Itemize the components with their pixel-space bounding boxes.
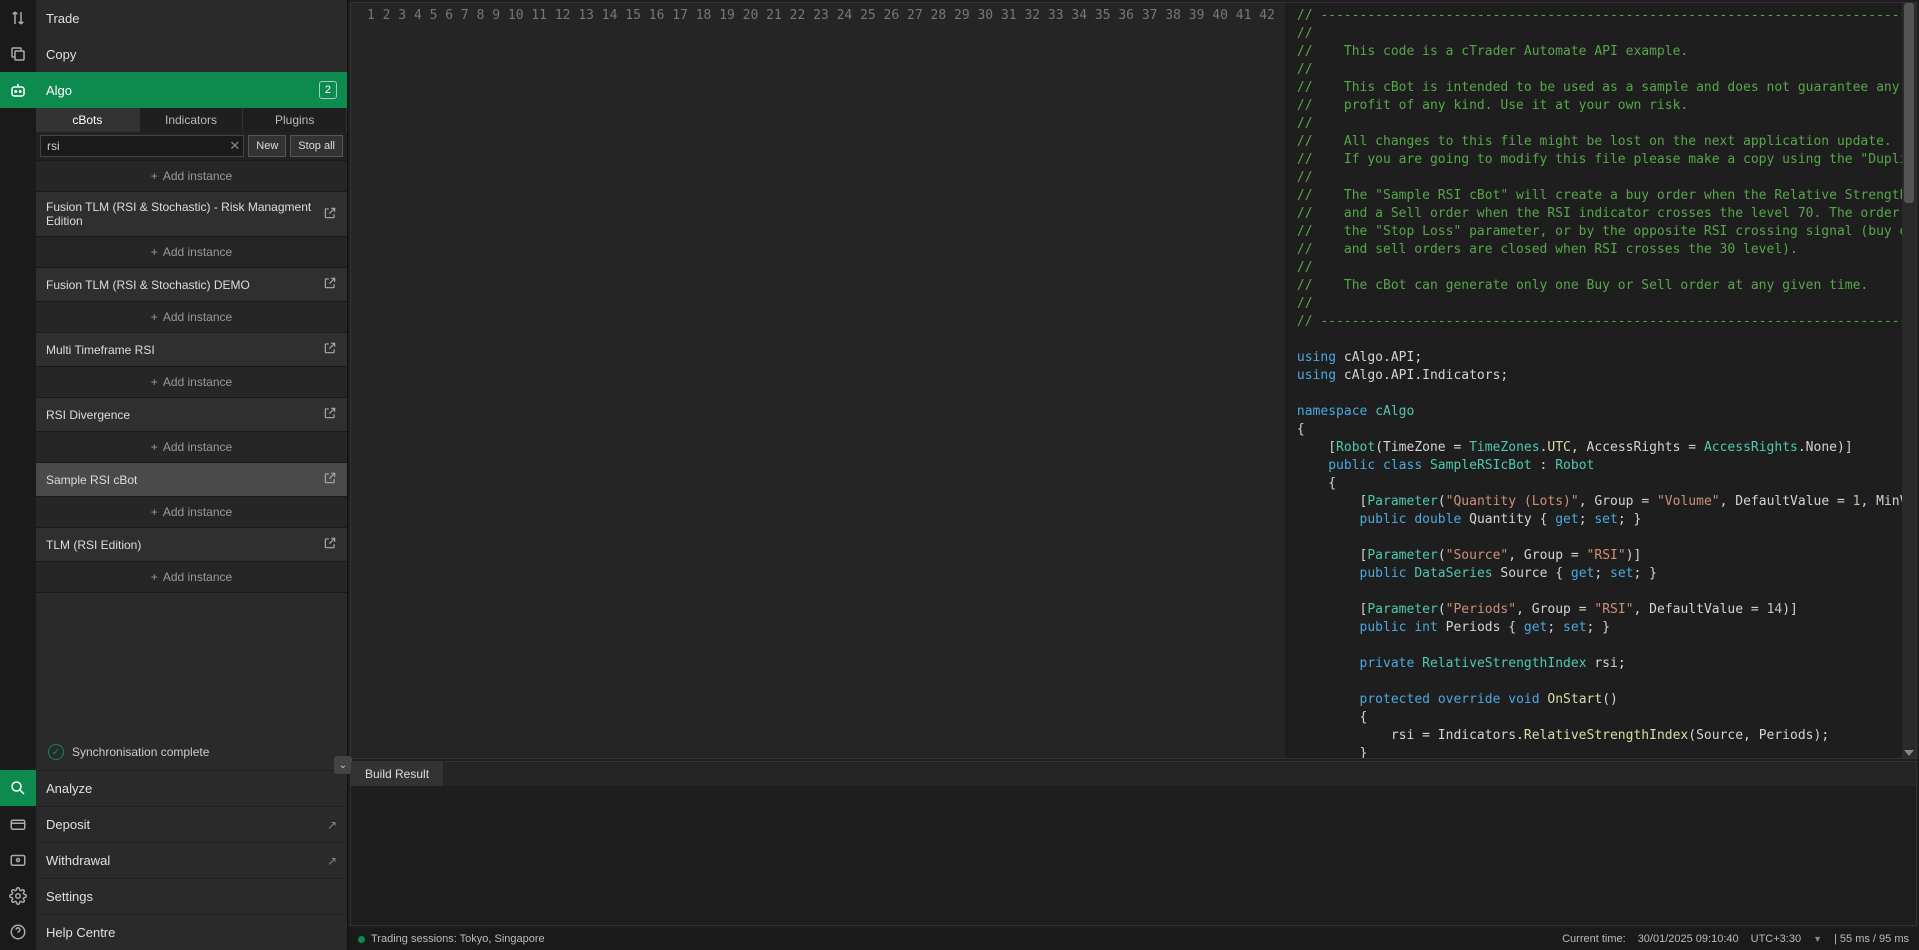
sidebar: Trade Copy Algo 2 cBots Indicators Plugi… xyxy=(36,0,348,950)
nav-deposit-label: Deposit xyxy=(46,817,90,832)
code-editor[interactable]: 1 2 3 4 5 6 7 8 9 10 11 12 13 14 15 16 1… xyxy=(350,2,1917,759)
plus-icon: + xyxy=(151,245,158,259)
deposit-rail-icon[interactable] xyxy=(0,806,36,842)
left-rail xyxy=(0,0,36,950)
bot-name: Fusion TLM (RSI & Stochastic) - Risk Man… xyxy=(46,200,323,228)
build-output xyxy=(351,786,1916,925)
tab-indicators[interactable]: Indicators xyxy=(140,108,244,132)
trading-sessions: Trading sessions: Tokyo, Singapore xyxy=(371,933,545,945)
plus-icon: + xyxy=(151,570,158,584)
plus-icon: + xyxy=(151,505,158,519)
bot-name: Sample RSI cBot xyxy=(46,473,137,487)
add-instance-button[interactable]: +Add instance xyxy=(36,561,347,593)
filter-row: ✕ New Stop all xyxy=(36,132,347,160)
add-instance-button[interactable]: +Add instance xyxy=(36,236,347,268)
search-input[interactable] xyxy=(40,135,244,157)
plus-icon: + xyxy=(151,310,158,324)
nav-algo-label: Algo xyxy=(46,83,72,98)
build-panel: ⌄ Build Result xyxy=(350,761,1917,926)
bot-name: Fusion TLM (RSI & Stochastic) DEMO xyxy=(46,278,250,292)
editor-scrollbar[interactable] xyxy=(1902,3,1916,758)
scroll-down-icon[interactable] xyxy=(1904,750,1914,756)
tab-plugins[interactable]: Plugins xyxy=(243,108,347,132)
share-icon[interactable] xyxy=(323,536,337,553)
check-icon: ✓ xyxy=(48,744,64,760)
code-content[interactable]: // -------------------------------------… xyxy=(1285,3,1902,758)
main-area: 1 2 3 4 5 6 7 8 9 10 11 12 13 14 15 16 1… xyxy=(348,0,1919,950)
bot-item[interactable]: TLM (RSI Edition) xyxy=(36,528,347,561)
plus-icon: + xyxy=(151,440,158,454)
status-bar: Trading sessions: Tokyo, Singapore Curre… xyxy=(348,928,1919,950)
algo-badge: 2 xyxy=(319,81,337,99)
tab-cbots[interactable]: cBots xyxy=(36,108,140,132)
share-icon[interactable] xyxy=(323,471,337,488)
nav-trade-label: Trade xyxy=(46,11,79,26)
share-icon[interactable] xyxy=(323,341,337,358)
help-rail-icon[interactable] xyxy=(0,914,36,950)
bot-name: RSI Divergence xyxy=(46,408,130,422)
latency: | 55 ms / 95 ms xyxy=(1834,933,1909,945)
nav-analyze[interactable]: Analyze xyxy=(36,770,347,806)
nav-withdrawal[interactable]: Withdrawal ↗ xyxy=(36,842,347,878)
new-button[interactable]: New xyxy=(248,135,286,157)
nav-deposit[interactable]: Deposit ↗ xyxy=(36,806,347,842)
nav-settings-label: Settings xyxy=(46,889,93,904)
bot-name: TLM (RSI Edition) xyxy=(46,538,141,552)
external-link-icon: ↗ xyxy=(327,854,337,868)
add-instance-button[interactable]: +Add instance xyxy=(36,366,347,398)
analyze-rail-icon[interactable] xyxy=(0,770,36,806)
nav-analyze-label: Analyze xyxy=(46,781,92,796)
add-instance-button[interactable]: +Add instance xyxy=(36,496,347,528)
add-instance-button[interactable]: +Add instance xyxy=(36,160,347,192)
nav-withdrawal-label: Withdrawal xyxy=(46,853,110,868)
add-instance-button[interactable]: +Add instance xyxy=(36,301,347,333)
share-icon[interactable] xyxy=(323,406,337,423)
bot-item[interactable]: Multi Timeframe RSI xyxy=(36,333,347,366)
bot-list[interactable]: +Add instance Fusion TLM (RSI & Stochasti… xyxy=(36,160,347,734)
external-link-icon: ↗ xyxy=(327,818,337,832)
current-time: 30/01/2025 09:10:40 xyxy=(1638,933,1739,945)
clear-search-icon[interactable]: ✕ xyxy=(229,138,240,154)
timezone[interactable]: UTC+3:30 xyxy=(1751,933,1801,945)
sync-text: Synchronisation complete xyxy=(72,745,209,759)
settings-rail-icon[interactable] xyxy=(0,878,36,914)
nav-algo[interactable]: Algo 2 xyxy=(36,72,347,108)
plus-icon: + xyxy=(151,375,158,389)
nav-help[interactable]: Help Centre xyxy=(36,914,347,950)
nav-copy-label: Copy xyxy=(46,47,76,62)
bot-item[interactable]: RSI Divergence xyxy=(36,398,347,431)
status-dot-icon xyxy=(358,936,365,943)
bot-item[interactable]: Fusion TLM (RSI & Stochastic) - Risk Man… xyxy=(36,192,347,236)
sync-status: ✓ Synchronisation complete xyxy=(36,734,347,770)
nav-settings[interactable]: Settings xyxy=(36,878,347,914)
build-result-tab[interactable]: Build Result xyxy=(351,762,443,786)
stop-all-button[interactable]: Stop all xyxy=(290,135,343,157)
bot-name: Multi Timeframe RSI xyxy=(46,343,155,357)
nav-copy[interactable]: Copy xyxy=(36,36,347,72)
panel-collapse-icon[interactable]: ⌄ xyxy=(334,756,352,774)
scroll-thumb[interactable] xyxy=(1904,3,1914,203)
bot-item[interactable]: Sample RSI cBot xyxy=(36,463,347,496)
time-label: Current time: xyxy=(1562,933,1626,945)
add-instance-button[interactable]: +Add instance xyxy=(36,431,347,463)
tz-dropdown-icon[interactable]: ▼ xyxy=(1813,934,1822,944)
share-icon[interactable] xyxy=(323,206,337,223)
share-icon[interactable] xyxy=(323,276,337,293)
algo-rail-icon[interactable] xyxy=(0,72,36,108)
plus-icon: + xyxy=(151,169,158,183)
nav-help-label: Help Centre xyxy=(46,925,115,940)
nav-trade[interactable]: Trade xyxy=(36,0,347,36)
trade-rail-icon[interactable] xyxy=(0,0,36,36)
bot-item[interactable]: Fusion TLM (RSI & Stochastic) DEMO xyxy=(36,268,347,301)
withdrawal-rail-icon[interactable] xyxy=(0,842,36,878)
line-gutter: 1 2 3 4 5 6 7 8 9 10 11 12 13 14 15 16 1… xyxy=(351,3,1285,758)
copy-rail-icon[interactable] xyxy=(0,36,36,72)
algo-sub-tabs: cBots Indicators Plugins xyxy=(36,108,347,132)
